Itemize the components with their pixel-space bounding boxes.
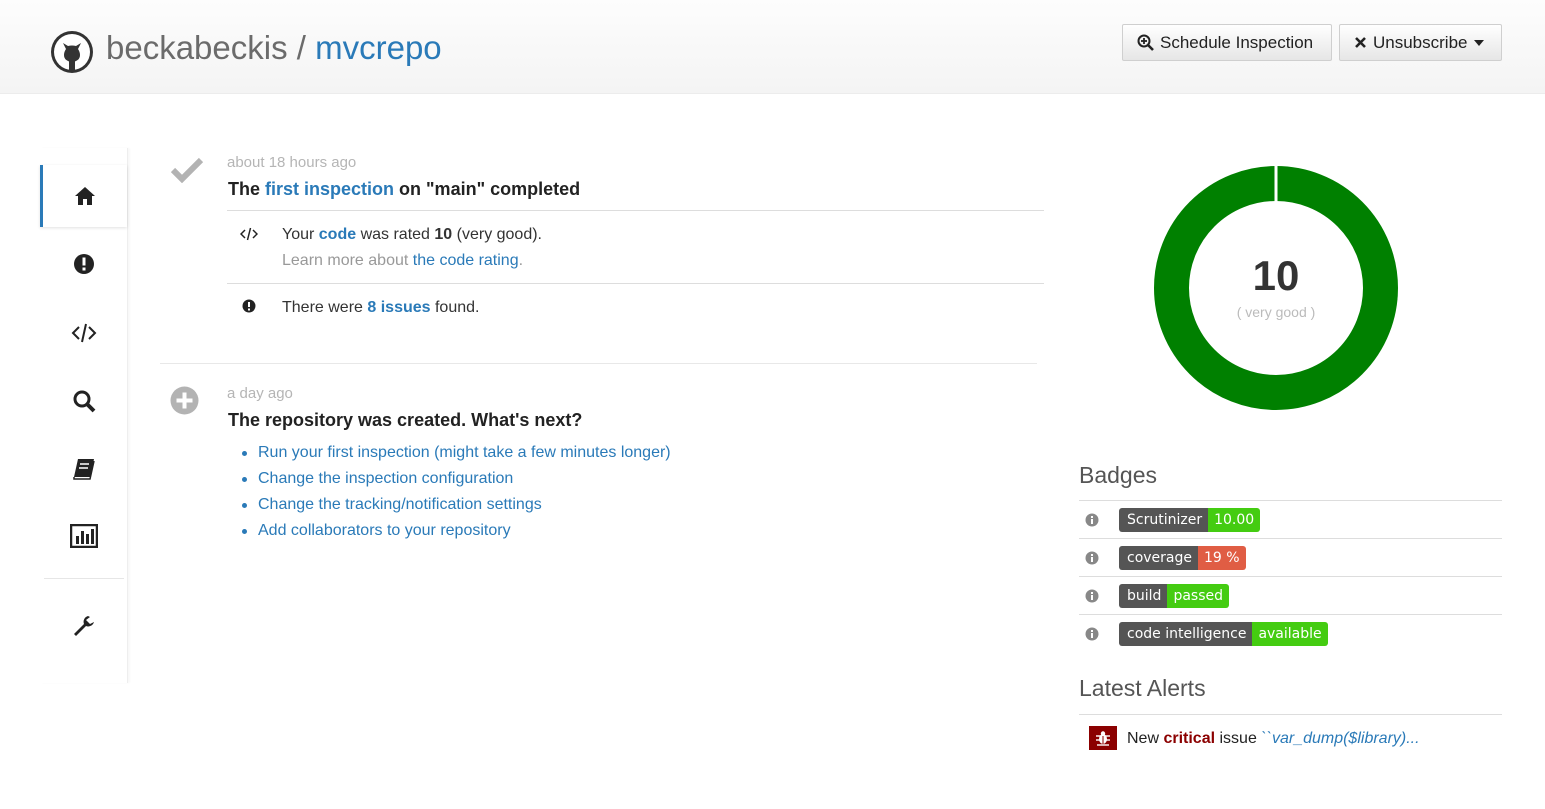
zoom-in-icon	[1137, 34, 1154, 51]
issues-icon	[242, 299, 256, 313]
list-item: Change the tracking/notification setting…	[242, 493, 671, 519]
event-title-suffix: on "main" completed	[394, 179, 581, 199]
issues-link[interactable]: 8 issues	[367, 299, 430, 316]
issues-icon	[73, 254, 94, 274]
checkmark-icon	[171, 157, 203, 183]
coverage-badge[interactable]: coverage 19 %	[1119, 546, 1246, 570]
rating-suffix: (very good).	[452, 226, 542, 243]
event-timeago: a day ago	[227, 385, 293, 402]
alert-middle: issue	[1215, 730, 1262, 747]
event-title: The repository was created. What's next?	[228, 410, 583, 430]
badge-row: Scrutinizer 10.00	[1079, 500, 1502, 538]
sidebar-item-docs[interactable]	[40, 438, 127, 500]
event-title: The first inspection on "main" completed	[228, 179, 580, 200]
run-inspection-link[interactable]: Run your first inspection (might take a …	[258, 444, 671, 461]
sidebar-item-code[interactable]	[40, 302, 127, 364]
sidebar-item-issues[interactable]	[40, 233, 127, 295]
badge-label: coverage	[1119, 546, 1198, 570]
sidebar-item-settings[interactable]	[40, 595, 127, 657]
event-title-prefix: The	[228, 179, 266, 199]
close-icon	[1355, 37, 1366, 48]
issues-suffix: found.	[430, 299, 480, 316]
list-item: Add collaborators to your repository	[242, 519, 671, 545]
repo-separator: /	[287, 29, 316, 66]
caret-down-icon	[1473, 39, 1484, 46]
alert-text: New critical issue ``var_dump($library).…	[1127, 730, 1420, 748]
rating-mid: was rated	[356, 226, 435, 243]
learn-prefix: Learn more about	[282, 252, 413, 269]
badge-value: available	[1252, 622, 1328, 646]
home-icon	[75, 187, 95, 205]
scrutinizer-badge[interactable]: Scrutinizer 10.00	[1119, 508, 1261, 532]
timeline-divider	[160, 363, 1037, 364]
info-icon[interactable]	[1085, 551, 1099, 565]
issues-detail: There were 8 issues found.	[282, 299, 479, 317]
code-icon	[240, 227, 258, 241]
build-badge[interactable]: build passed	[1119, 584, 1229, 608]
learn-more-text: Learn more about the code rating.	[282, 252, 523, 270]
badge-value: passed	[1167, 584, 1229, 608]
badge-label: Scrutinizer	[1119, 508, 1209, 532]
detail-divider	[227, 283, 1044, 284]
rating-prefix: Your	[282, 226, 319, 243]
header: beckabeckis / mvcrepo Schedule Inspectio…	[0, 0, 1545, 94]
learn-suffix: .	[518, 252, 524, 269]
repo-title: beckabeckis / mvcrepo	[106, 29, 442, 67]
sidebar-item-search[interactable]	[40, 370, 127, 432]
sidebar-nav	[40, 148, 128, 683]
code-icon	[71, 323, 96, 343]
badge-value: 10.00	[1208, 508, 1261, 532]
add-collaborators-link[interactable]: Add collaborators to your repository	[258, 522, 511, 539]
latest-alerts-title: Latest Alerts	[1079, 675, 1206, 701]
schedule-inspection-label: Schedule Inspection	[1160, 32, 1314, 52]
unsubscribe-label: Unsubscribe	[1373, 32, 1468, 52]
alert-item[interactable]: New critical issue ``var_dump($library).…	[1079, 714, 1502, 762]
first-inspection-link[interactable]: first inspection	[265, 179, 394, 199]
badge-row: coverage 19 %	[1079, 538, 1502, 576]
plus-circle-icon	[170, 386, 199, 415]
rating-detail: Your code was rated 10 (very good).	[282, 226, 542, 244]
code-link[interactable]: code	[319, 226, 356, 243]
sidebar-item-dashboard[interactable]	[40, 165, 127, 227]
badge-value: 19 %	[1198, 546, 1246, 570]
badges-title: Badges	[1079, 462, 1158, 488]
unsubscribe-button[interactable]: Unsubscribe	[1339, 24, 1502, 61]
statistics-icon	[69, 524, 98, 548]
alert-severity: critical	[1163, 730, 1216, 747]
issues-prefix: There were	[282, 299, 368, 316]
github-icon	[51, 31, 93, 73]
info-icon[interactable]	[1085, 589, 1099, 603]
bug-icon	[1089, 726, 1117, 750]
info-icon[interactable]	[1085, 627, 1099, 641]
sidebar-item-statistics[interactable]	[40, 505, 127, 567]
alert-prefix: New	[1127, 730, 1164, 747]
event-divider	[227, 210, 1044, 211]
sidebar-divider	[44, 578, 124, 579]
book-icon	[72, 459, 95, 480]
repo-owner-link[interactable]: beckabeckis	[106, 29, 288, 66]
inspection-config-link[interactable]: Change the inspection configuration	[258, 470, 513, 487]
badge-row: code intelligence available	[1079, 614, 1502, 652]
search-icon	[73, 390, 95, 413]
event-timeago: about 18 hours ago	[227, 154, 357, 171]
next-steps-list: Run your first inspection (might take a …	[242, 441, 671, 545]
repo-name-link[interactable]: mvcrepo	[315, 29, 442, 66]
wrench-icon	[73, 616, 94, 636]
rating-label: ( very good )	[1236, 304, 1316, 320]
info-icon[interactable]	[1085, 513, 1099, 527]
badge-label: code intelligence	[1119, 622, 1253, 646]
notification-settings-link[interactable]: Change the tracking/notification setting…	[258, 496, 542, 513]
rating-value: 10	[434, 226, 453, 243]
list-item: Run your first inspection (might take a …	[242, 441, 671, 467]
alert-issue-link[interactable]: ``var_dump($library)...	[1261, 730, 1419, 747]
badge-label: build	[1119, 584, 1168, 608]
code-rating-link[interactable]: the code rating	[413, 252, 519, 269]
rating-score: 10	[1252, 252, 1300, 299]
badge-row: build passed	[1079, 576, 1502, 614]
list-item: Change the inspection configuration	[242, 467, 671, 493]
schedule-inspection-button[interactable]: Schedule Inspection	[1122, 24, 1332, 61]
code-intelligence-badge[interactable]: code intelligence available	[1119, 622, 1328, 646]
